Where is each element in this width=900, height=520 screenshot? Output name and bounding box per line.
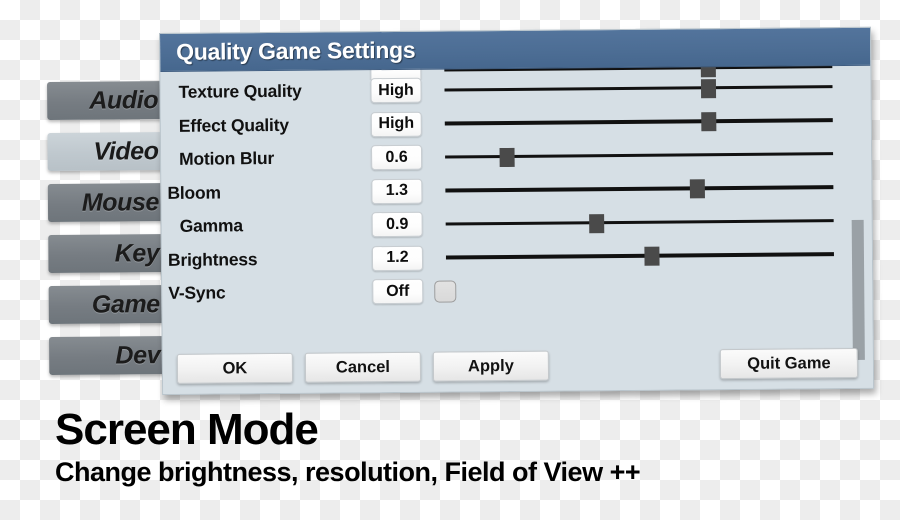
slider-track <box>444 84 833 92</box>
setting-slider-effect-quality[interactable] <box>444 107 833 136</box>
setting-label: Brightness <box>167 248 258 270</box>
setting-label: Motion Blur <box>179 148 275 170</box>
sidebar-item-label: Mouse <box>81 187 160 217</box>
slider-handle[interactable] <box>499 147 515 167</box>
caption-title: Screen Mode <box>55 405 319 454</box>
slider-handle[interactable] <box>701 112 717 132</box>
sidebar-item-key[interactable]: Key <box>48 234 171 273</box>
dialog-body: Texture Quality High Effect Quality High <box>160 57 874 395</box>
slider-track <box>445 185 834 193</box>
quit-game-button[interactable]: Quit Game <box>719 347 859 380</box>
sidebar-item-game[interactable]: Game <box>48 285 171 324</box>
settings-category-sidebar: Audio Video Mouse Key Game Dev <box>47 81 172 388</box>
setting-slider-brightness[interactable] <box>445 241 834 270</box>
slider-track <box>445 218 834 226</box>
sidebar-item-dev[interactable]: Dev <box>49 336 172 375</box>
slider-track <box>445 252 834 260</box>
sidebar-item-audio[interactable]: Audio <box>47 81 170 120</box>
sidebar-item-video[interactable]: Video <box>47 132 170 171</box>
setting-value-gamma[interactable]: 0.9 <box>371 211 423 238</box>
setting-value-effect-quality[interactable]: High <box>370 111 422 137</box>
sidebar-item-label: Game <box>91 289 160 319</box>
apply-button[interactable]: Apply <box>432 350 550 382</box>
sidebar-item-label: Audio <box>89 85 159 115</box>
caption-subtitle: Change brightness, resolution, Field of … <box>55 457 641 487</box>
setting-value-texture-quality[interactable]: High <box>370 77 422 104</box>
slider-track <box>444 118 833 126</box>
setting-value-brightness[interactable]: 1.2 <box>371 245 424 271</box>
setting-value-motion-blur[interactable]: 0.6 <box>370 144 423 171</box>
settings-list: Texture Quality High Effect Quality High <box>160 70 872 311</box>
vsync-checkbox[interactable] <box>434 280 457 303</box>
screenshot-root: Audio Video Mouse Key Game Dev Quality G… <box>0 0 900 520</box>
slider-handle[interactable] <box>644 246 660 267</box>
setting-slider-gamma[interactable] <box>445 208 834 237</box>
sidebar-item-label: Key <box>114 238 160 267</box>
slider-handle[interactable] <box>589 213 605 234</box>
dialog-titlebar: Quality Game Settings <box>160 27 871 72</box>
setting-slider-motion-blur[interactable] <box>445 141 834 170</box>
settings-scrollbar[interactable] <box>851 68 868 360</box>
setting-label: V-Sync <box>168 282 226 304</box>
setting-slider-texture-quality[interactable] <box>444 74 833 103</box>
setting-slider-bloom[interactable] <box>445 174 834 203</box>
cancel-button[interactable]: Cancel <box>304 351 422 383</box>
setting-value-vsync[interactable]: Off <box>372 278 424 305</box>
slider-handle[interactable] <box>689 179 706 199</box>
setting-row-vsync: V-Sync Off <box>162 271 872 311</box>
scrollbar-thumb[interactable] <box>851 219 865 360</box>
setting-value-bloom[interactable]: 1.3 <box>371 178 423 204</box>
setting-label: Bloom <box>167 182 221 203</box>
setting-label: Gamma <box>179 215 243 237</box>
sidebar-item-mouse[interactable]: Mouse <box>47 183 171 222</box>
sidebar-item-label: Dev <box>115 340 161 369</box>
dialog-title: Quality Game Settings <box>176 36 416 65</box>
caption-block: Screen Mode Change brightness, resolutio… <box>55 405 875 487</box>
sidebar-item-label: Video <box>93 136 159 166</box>
dialog-button-bar: OK Cancel Apply Quit Game <box>163 347 873 388</box>
setting-label: Texture Quality <box>178 81 302 103</box>
ok-button[interactable]: OK <box>176 352 294 384</box>
slider-handle[interactable] <box>700 78 716 99</box>
setting-label: Effect Quality <box>178 114 289 136</box>
quality-settings-dialog: Quality Game Settings Texture Quality Hi <box>159 26 875 395</box>
